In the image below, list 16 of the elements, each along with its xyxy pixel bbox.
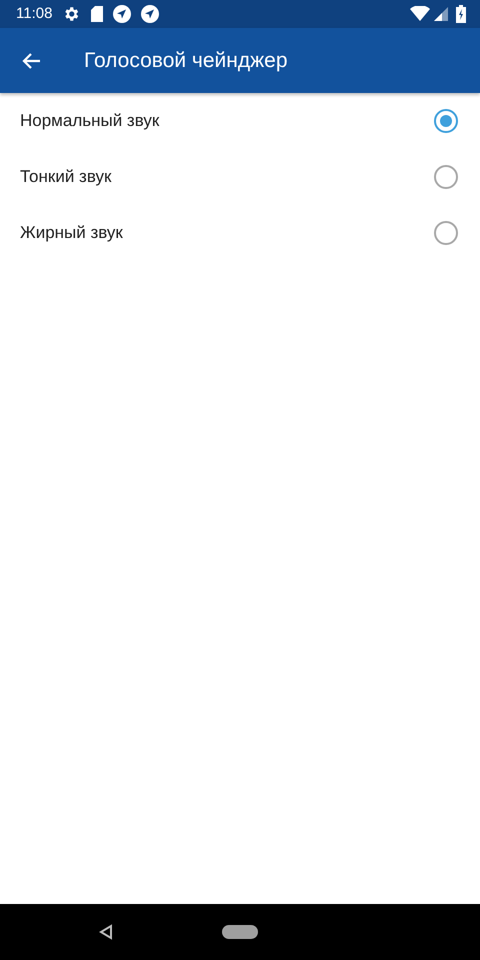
status-time: 11:08: [16, 4, 52, 24]
wifi-icon: [410, 6, 430, 22]
option-label[interactable]: Жирный звук: [20, 220, 434, 246]
signal-icon: [434, 6, 448, 22]
radio-button[interactable]: [434, 165, 458, 189]
radio-button[interactable]: [434, 109, 458, 133]
navigation-icon: [112, 4, 132, 24]
sd-card-icon: [90, 5, 104, 23]
option-label[interactable]: Нормальный звук: [20, 108, 434, 134]
battery-charging-icon: [456, 5, 466, 23]
screen-title: Голосовой чейнджер: [84, 48, 288, 74]
home-pill-icon[interactable]: [222, 925, 258, 939]
radio-button[interactable]: [434, 221, 458, 245]
back-nav-icon[interactable]: [99, 924, 113, 940]
option-label[interactable]: Тонкий звук: [20, 164, 434, 190]
navigation-icon: [140, 4, 160, 24]
